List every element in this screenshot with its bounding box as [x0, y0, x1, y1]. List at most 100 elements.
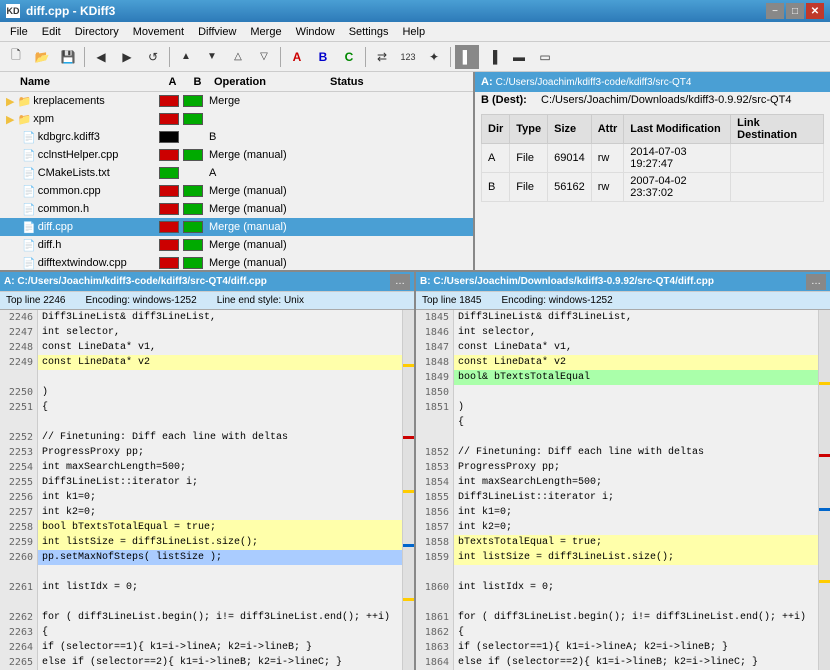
menu-edit[interactable]: Edit: [36, 25, 67, 39]
code-line: [38, 370, 402, 385]
minimize-button[interactable]: −: [766, 3, 784, 19]
title-bar-controls[interactable]: − □ ✕: [766, 3, 824, 19]
diff-body-left[interactable]: 2246224722482249225022512252225322542255…: [0, 310, 414, 670]
tb-view4[interactable]: ▭: [533, 45, 557, 69]
code-line: Diff3LineList::iterator i;: [38, 475, 402, 490]
diff-header-left: A: C:/Users/Joachim/kdiff3-code/kdiff3/s…: [0, 272, 414, 292]
diff-left-encoding: Encoding: windows-1252: [86, 295, 197, 306]
tb-reload[interactable]: ↺: [141, 45, 165, 69]
info-table-cell: [731, 173, 824, 202]
tb-new[interactable]: 🗋: [4, 45, 28, 69]
tb-info[interactable]: 123: [396, 45, 420, 69]
diff-panel-right: B: C:/Users/Joachim/Downloads/kdiff3-0.9…: [416, 272, 830, 670]
code-line: if (selector==1){ k1=i->lineA; k2=i->lin…: [454, 640, 818, 655]
op-cell: Merge (manual): [205, 149, 320, 161]
menu-file[interactable]: File: [4, 25, 34, 39]
info-header: A: C:/Users/Joachim/kdiff3-code/kdiff3/s…: [475, 72, 830, 92]
op-cell: Merge (manual): [205, 239, 320, 251]
file-name: difftextwindow.cpp: [38, 257, 127, 269]
line-number: 2247: [0, 325, 37, 340]
th-size: Size: [548, 115, 592, 144]
file-row[interactable]: 📄 common.cpp Merge (manual): [0, 182, 473, 200]
color-b: [183, 167, 203, 179]
menu-help[interactable]: Help: [396, 25, 431, 39]
menu-directory[interactable]: Directory: [69, 25, 125, 39]
diff-left-more-btn[interactable]: …: [390, 274, 410, 290]
file-row[interactable]: 📄 diff.h Merge (manual): [0, 236, 473, 254]
tb-down[interactable]: ▼: [200, 45, 224, 69]
file-name: common.cpp: [38, 185, 101, 197]
info-table-cell: B: [482, 173, 510, 202]
file-name: cclnstHelper.cpp: [38, 149, 119, 161]
code-line: int listSize = diff3LineList.size();: [454, 550, 818, 565]
menu-merge[interactable]: Merge: [244, 25, 287, 39]
file-icon: 📄: [22, 203, 36, 216]
info-b-path: C:/Users/Joachim/Downloads/kdiff3-0.9.92…: [541, 94, 791, 106]
file-row[interactable]: 📄 difftextwindow.cpp Merge (manual): [0, 254, 473, 270]
code-line: int maxSearchLength=500;: [38, 460, 402, 475]
file-name: diff.cpp: [38, 221, 73, 233]
tb-save[interactable]: 💾: [56, 45, 80, 69]
line-number: 2256: [0, 490, 37, 505]
menu-movement[interactable]: Movement: [127, 25, 190, 39]
code-line: {: [38, 400, 402, 415]
line-number: 1860: [416, 580, 453, 595]
tb-merge-c[interactable]: C: [337, 45, 361, 69]
tb-back[interactable]: ◀: [89, 45, 113, 69]
code-line: else if (selector==2){ k1=i->lineB; k2=i…: [38, 655, 402, 670]
code-line: int maxSearchLength=500;: [454, 475, 818, 490]
file-row[interactable]: ▶ 📁 xpm: [0, 110, 473, 128]
diff-scrollbar-right[interactable]: [818, 310, 830, 670]
tb-arrows[interactable]: ⇄: [370, 45, 394, 69]
color-a: [159, 113, 179, 125]
file-row[interactable]: ▶ 📁 kreplacements Merge: [0, 92, 473, 110]
tb-view2[interactable]: ▐: [481, 45, 505, 69]
file-row[interactable]: 📄 kdbgrc.kdiff3 B: [0, 128, 473, 146]
line-number: 1857: [416, 520, 453, 535]
close-button[interactable]: ✕: [806, 3, 824, 19]
diff-right-more-btn[interactable]: …: [806, 274, 826, 290]
tb-up[interactable]: ▲: [174, 45, 198, 69]
marker1: [403, 364, 414, 367]
line-number: 1853: [416, 460, 453, 475]
line-number: 2250: [0, 385, 37, 400]
tb-view1[interactable]: ▌: [455, 45, 479, 69]
tb-open[interactable]: 📂: [30, 45, 54, 69]
line-number: 1858: [416, 535, 453, 550]
file-row[interactable]: 📄 common.h Merge (manual): [0, 200, 473, 218]
code-line: int k2=0;: [38, 505, 402, 520]
diff-info-bar-left: Top line 2246 Encoding: windows-1252 Lin…: [0, 292, 414, 310]
info-table-cell: File: [510, 173, 548, 202]
scrollbar-markers-left: [403, 310, 414, 670]
tb-up2[interactable]: △: [226, 45, 250, 69]
file-row[interactable]: 📄 CMakeLists.txt A: [0, 164, 473, 182]
tb-view3[interactable]: ▬: [507, 45, 531, 69]
menu-window[interactable]: Window: [290, 25, 341, 39]
title-text: diff.cpp - KDiff3: [26, 4, 115, 18]
color-a: [159, 149, 179, 161]
maximize-button[interactable]: □: [786, 3, 804, 19]
diff-body-right[interactable]: 1845184618471848184918501851185218531854…: [416, 310, 830, 670]
code-line: const LineData* v1,: [38, 340, 402, 355]
file-list-body[interactable]: ▶ 📁 kreplacements Merge ▶ 📁 xpm 📄 kdbgrc…: [0, 92, 473, 270]
diff-left-path: A: C:/Users/Joachim/kdiff3-code/kdiff3/s…: [4, 276, 386, 287]
file-row[interactable]: 📄 diff.cpp Merge (manual): [0, 218, 473, 236]
menu-settings[interactable]: Settings: [343, 25, 395, 39]
tb-merge-a[interactable]: A: [285, 45, 309, 69]
tb-merge-b[interactable]: B: [311, 45, 335, 69]
tb-sep3: [280, 47, 281, 67]
tb-down2[interactable]: ▽: [252, 45, 276, 69]
file-row[interactable]: 📄 cclnstHelper.cpp Merge (manual): [0, 146, 473, 164]
color-b: [183, 131, 203, 143]
tb-forward[interactable]: ▶: [115, 45, 139, 69]
menu-diffview[interactable]: Diffview: [192, 25, 242, 39]
diff-left-lineend: Line end style: Unix: [217, 295, 304, 306]
code-line: if (selector==1){ k1=i->lineA; k2=i->lin…: [38, 640, 402, 655]
title-bar: KD diff.cpp - KDiff3 − □ ✕: [0, 0, 830, 22]
info-table-cell: A: [482, 144, 510, 173]
file-icon: 📄: [22, 149, 36, 162]
col-a-header: A: [160, 76, 185, 88]
app-icon: KD: [6, 4, 20, 18]
diff-scrollbar-left[interactable]: [402, 310, 414, 670]
tb-star[interactable]: ✦: [422, 45, 446, 69]
